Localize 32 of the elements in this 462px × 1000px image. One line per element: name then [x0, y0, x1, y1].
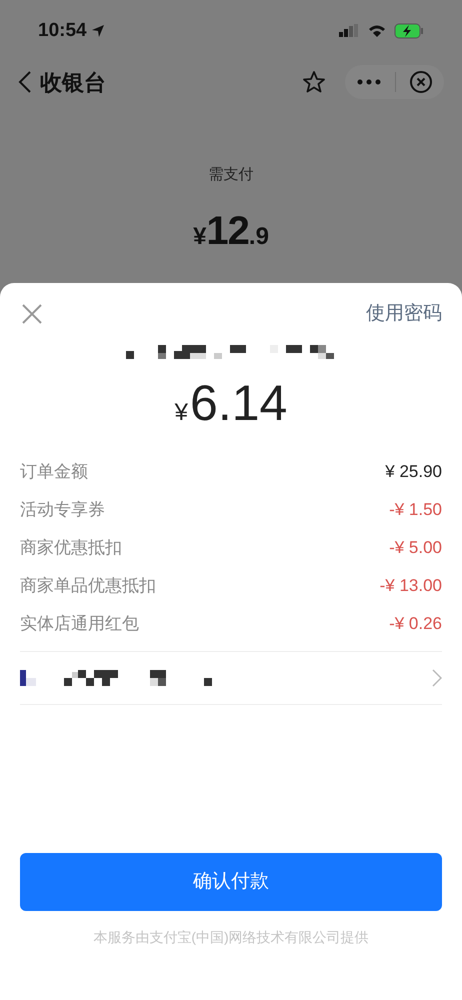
close-mini-program-button[interactable] [408, 69, 434, 95]
breakdown-label: 商家优惠抵扣 [20, 537, 122, 560]
confirm-payment-button[interactable]: 确认付款 [20, 853, 442, 911]
wifi-icon [368, 24, 386, 38]
back-chevron-icon [18, 70, 32, 94]
breakdown-value: -¥ 1.50 [389, 499, 442, 522]
breakdown-label: 订单金额 [20, 461, 88, 484]
breakdown-value: -¥ 0.26 [389, 613, 442, 636]
amount-due-label: 需支付 [208, 165, 254, 185]
breakdown-value: -¥ 13.00 [380, 575, 442, 598]
location-arrow-icon [90, 24, 105, 38]
breakdown-label: 实体店通用红包 [20, 613, 139, 636]
breakdown-label: 活动专享券 [20, 499, 105, 522]
battery-icon [394, 23, 424, 39]
star-icon [302, 70, 326, 94]
breakdown-value: -¥ 5.00 [389, 537, 442, 560]
breakdown-value: ¥ 25.90 [385, 461, 442, 484]
close-button[interactable] [20, 302, 44, 326]
page-title: 收银台 [40, 68, 106, 96]
payment-method-row[interactable] [20, 651, 442, 705]
more-icon [357, 79, 381, 85]
service-footer: 本服务由支付宝(中国)网络技术有限公司提供 [20, 927, 442, 948]
close-icon [21, 303, 43, 325]
amount-due: ¥12.9 [193, 208, 269, 254]
signal-icon [338, 24, 360, 38]
close-icon [409, 70, 433, 94]
favorite-button[interactable] [301, 69, 327, 95]
chevron-right-icon [432, 669, 442, 687]
status-time: 10:54 [38, 18, 87, 43]
breakdown-label: 商家单品优惠抵扣 [20, 575, 156, 598]
use-password-link[interactable]: 使用密码 [366, 300, 442, 328]
payment-amount: ¥6.14 [174, 375, 288, 431]
